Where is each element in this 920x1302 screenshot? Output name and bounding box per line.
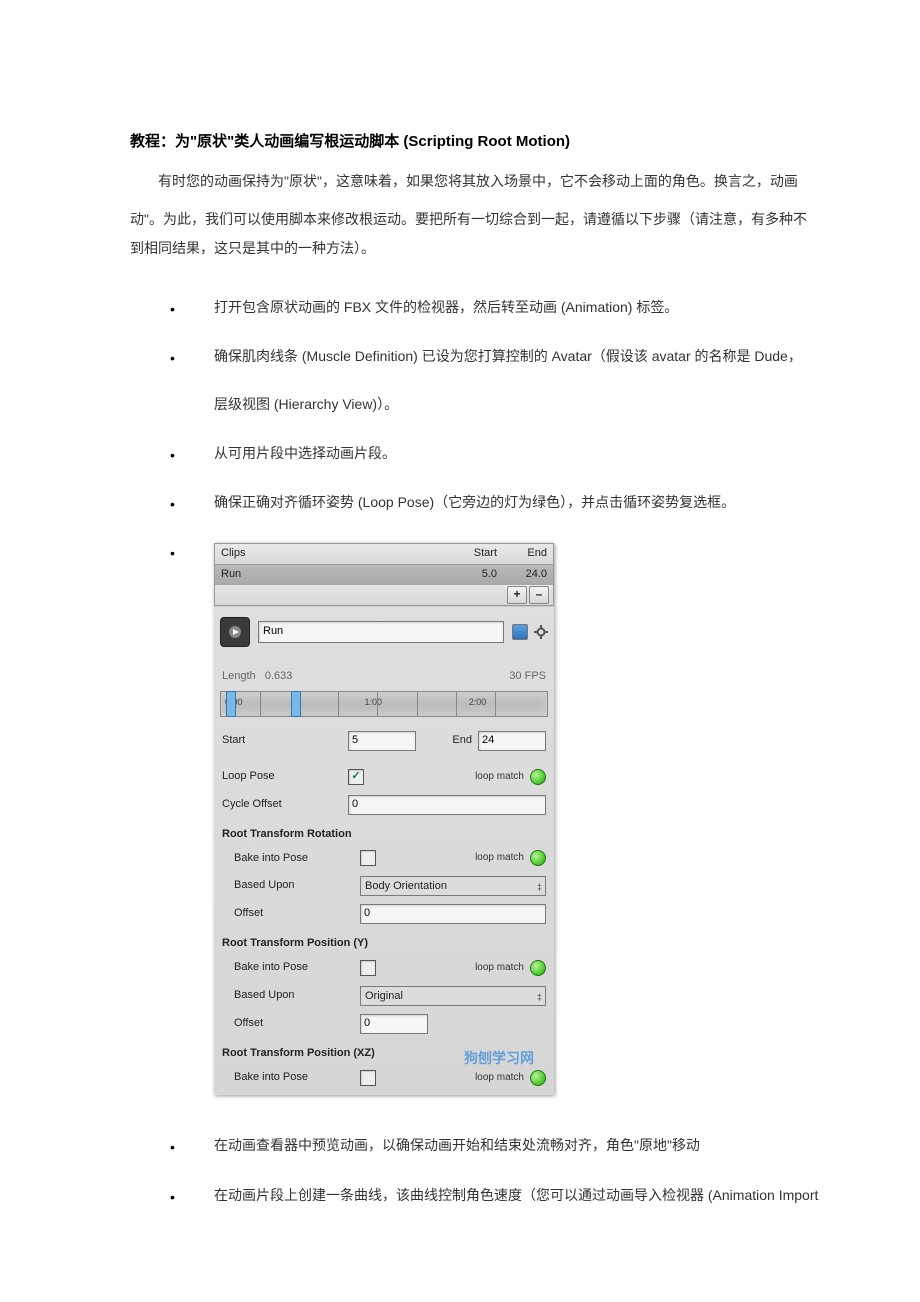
timeline-tick-2: 2:00 [469, 694, 487, 710]
based-rot-label: Based Upon [222, 876, 354, 896]
clips-header: Clips Start End [214, 543, 554, 565]
loop-match-label-2: loop match [475, 849, 524, 867]
timeline[interactable]: 0:00 1:00 2:00 [220, 691, 548, 717]
based-posy-select[interactable]: Original [360, 986, 546, 1006]
offset-rot-input[interactable] [360, 904, 546, 924]
loop-match-dot-1 [530, 769, 546, 785]
clips-row-run[interactable]: Run 5.0 24.0 [214, 565, 554, 585]
clip-row-name: Run [221, 565, 437, 585]
clips-header-end: End [497, 544, 547, 564]
offset-rot-label: Offset [222, 904, 354, 924]
bake-posy-label: Bake into Pose [222, 958, 354, 978]
clip-row-start: 5.0 [437, 565, 497, 585]
loop-match-dot-2 [530, 850, 546, 866]
offset-posy-input[interactable] [360, 1014, 428, 1034]
clips-header-start: Start [437, 544, 497, 564]
root-posy-header: Root Transform Position (Y) [214, 928, 554, 954]
offset-posy-label: Offset [222, 1014, 354, 1034]
cycle-offset-label: Cycle Offset [222, 795, 342, 815]
list-item: 确保肌肉线条 (Muscle Definition) 已设为您打算控制的 Ava… [130, 332, 920, 428]
fps-label: 30 FPS [509, 667, 546, 687]
bake-rot-checkbox[interactable] [360, 850, 376, 866]
chevron-updown-icon: ‡ [537, 989, 542, 1005]
list-item: 确保正确对齐循环姿势 (Loop Pose)（它旁边的灯为绿色），并点击循环姿势… [130, 478, 920, 527]
play-icon[interactable] [220, 617, 250, 647]
length-value: 0.633 [265, 670, 293, 682]
list-item-line1: 确保肌肉线条 (Muscle Definition) 已设为您打算控制的 Ava… [214, 348, 802, 364]
bullet-list-bottom: 在动画查看器中预览动画，以确保动画开始和结束处流畅对齐，角色"原地"移动 在动画… [130, 1121, 920, 1219]
clips-buttons: + – [214, 585, 554, 606]
bake-posy-checkbox[interactable] [360, 960, 376, 976]
loop-match-label-4: loop match [475, 1069, 524, 1087]
intro-para-2: 动"。为此，我们可以使用脚本来修改根运动。要把所有一切综合到一起，请遵循以下步骤… [130, 208, 920, 230]
animation-inspector-panel: Clips Start End Run 5.0 24.0 + – [214, 543, 554, 1095]
clips-header-name: Clips [221, 544, 437, 564]
root-rotation-header: Root Transform Rotation [214, 819, 554, 845]
loop-pose-label: Loop Pose [222, 767, 342, 787]
length-label: Length [222, 670, 256, 682]
help-icon[interactable] [512, 624, 528, 640]
list-item: 打开包含原状动画的 FBX 文件的检视器，然后转至动画 (Animation) … [130, 283, 920, 332]
end-input[interactable] [478, 731, 546, 751]
list-item-empty: Clips Start End Run 5.0 24.0 + – [130, 527, 920, 1107]
add-clip-button[interactable]: + [507, 586, 527, 604]
loop-pose-checkbox[interactable] [348, 769, 364, 785]
list-item-line2: 层级视图 (Hierarchy View)）。 [214, 392, 920, 417]
clip-row-end: 24.0 [497, 565, 547, 585]
remove-clip-button[interactable]: – [529, 586, 549, 604]
clip-name-input[interactable] [258, 621, 504, 643]
list-item: 从可用片段中选择动画片段。 [130, 429, 920, 478]
root-posxz-header: Root Transform Position (XZ) [214, 1038, 554, 1064]
bake-rot-label: Bake into Pose [222, 849, 354, 869]
end-label: End [452, 731, 472, 751]
based-posy-label: Based Upon [222, 986, 354, 1006]
intro-para-3: 到相同结果，这只是其中的一种方法）。 [130, 237, 920, 259]
timeline-end-handle[interactable] [291, 691, 301, 717]
based-rot-select[interactable]: Body Orientation [360, 876, 546, 896]
start-label: Start [222, 731, 342, 751]
loop-match-dot-4 [530, 1070, 546, 1086]
page-title: 教程：为"原状"类人动画编写根运动脚本 (Scripting Root Moti… [130, 130, 920, 154]
loop-match-label-3: loop match [475, 959, 524, 977]
start-input[interactable] [348, 731, 416, 751]
loop-match-label-1: loop match [475, 768, 524, 786]
bake-posxz-checkbox[interactable] [360, 1070, 376, 1086]
bullet-list-top: 打开包含原状动画的 FBX 文件的检视器，然后转至动画 (Animation) … [130, 283, 920, 1107]
list-item: 在动画查看器中预览动画，以确保动画开始和结束处流畅对齐，角色"原地"移动 [130, 1121, 920, 1170]
chevron-updown-icon: ‡ [537, 879, 542, 895]
list-item: 在动画片段上创建一条曲线，该曲线控制角色速度（您可以通过动画导入检视器 (Ani… [130, 1171, 920, 1220]
loop-match-dot-3 [530, 960, 546, 976]
bake-posxz-label: Bake into Pose [222, 1068, 354, 1088]
intro-para-1: 有时您的动画保持为"原状"，这意味着，如果您将其放入场景中，它不会移动上面的角色… [130, 170, 920, 192]
gear-icon[interactable] [534, 625, 548, 639]
cycle-offset-input[interactable] [348, 795, 546, 815]
timeline-tick-1: 1:00 [364, 694, 382, 710]
timeline-start-handle[interactable] [226, 691, 236, 717]
